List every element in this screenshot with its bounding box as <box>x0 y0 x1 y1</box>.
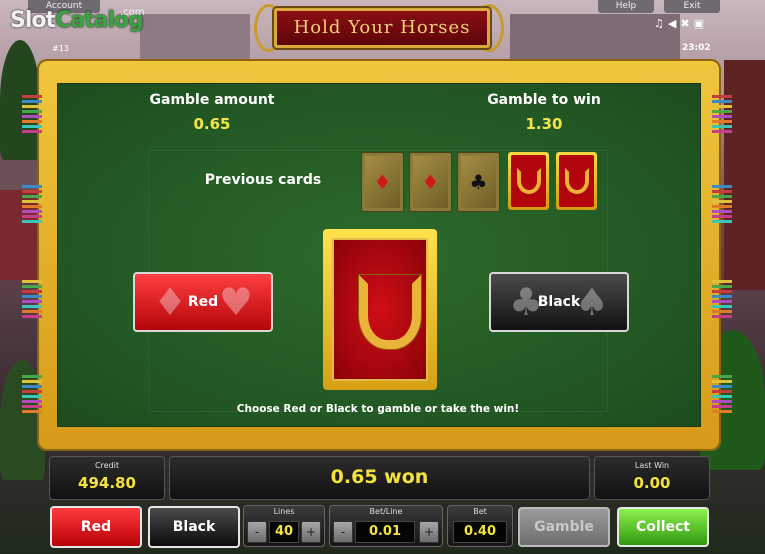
horseshoe-icon <box>564 168 589 194</box>
gamble-to-win-value: 1.30 <box>525 115 563 133</box>
bet-line-label: Bet/Line <box>369 507 403 516</box>
last-win-panel: Last Win 0.00 <box>594 456 710 500</box>
status-text: 0.65 won <box>330 466 429 488</box>
close-icon[interactable]: ✖ <box>680 17 693 30</box>
logo-plate: Hold Your Horses <box>274 8 490 48</box>
gamble-amount-label: Gamble amount <box>149 92 275 108</box>
watermark-slot: Slot <box>10 8 56 33</box>
bet-control: Bet 0.40 <box>447 505 513 547</box>
gamble-red-button[interactable]: ♦ ♥ Red <box>133 272 273 332</box>
last-win-label: Last Win <box>634 461 670 470</box>
logo-title: Hold Your Horses <box>293 17 471 38</box>
exit-button[interactable]: Exit <box>664 0 720 13</box>
lines-minus-button[interactable]: - <box>247 521 267 543</box>
gamble-amount-value: 0.65 <box>193 115 231 133</box>
help-button[interactable]: Help <box>598 0 654 13</box>
status-panel: 0.65 won <box>169 456 590 500</box>
club-icon: ♣ <box>469 170 488 194</box>
payline-indicators-right <box>712 185 732 225</box>
bet-line-minus-button[interactable]: - <box>333 521 353 543</box>
gamble-card-back <box>332 238 428 381</box>
lines-value: 40 <box>269 521 299 543</box>
bet-line-value: 0.01 <box>355 521 415 543</box>
previous-card: ♦ <box>361 152 404 212</box>
payline-indicators-left <box>22 375 42 415</box>
bet-value: 0.40 <box>453 521 507 543</box>
credit-value: 494.80 <box>78 474 136 492</box>
bet-line-plus-button[interactable]: + <box>419 521 439 543</box>
collect-button[interactable]: Collect <box>617 507 709 547</box>
credit-label: Credit <box>94 461 120 470</box>
payline-indicators-right <box>712 95 732 135</box>
system-icons: ♫◀✖▣ <box>654 17 708 30</box>
previous-card <box>508 152 549 210</box>
red-button[interactable]: Red <box>50 506 142 548</box>
game-id: #13 <box>52 44 69 53</box>
diamond-icon: ♦ <box>421 170 440 194</box>
horseshoe-icon <box>359 275 421 349</box>
heart-icon: ♥ <box>218 280 253 324</box>
speaker-icon[interactable]: ◀ <box>668 17 680 30</box>
payline-indicators-left <box>22 185 42 225</box>
gamble-to-win-label: Gamble to win <box>487 92 601 108</box>
gamble-red-label: Red <box>187 294 219 310</box>
lines-label: Lines <box>273 507 295 516</box>
previous-card <box>556 152 597 210</box>
payline-indicators-left <box>22 280 42 320</box>
payline-indicators-left <box>22 95 42 135</box>
gamble-hint: Choose Red or Black to gamble or take th… <box>236 403 520 415</box>
bet-label: Bet <box>473 507 487 516</box>
watermark-domain: .com <box>120 7 145 18</box>
barn-roof <box>140 14 250 59</box>
horseshoe-icon <box>516 168 541 194</box>
gamble-card <box>323 229 437 390</box>
payline-indicators-right <box>712 280 732 320</box>
credit-panel: Credit 494.80 <box>49 456 165 500</box>
last-win-value: 0.00 <box>633 474 671 492</box>
music-icon[interactable]: ♫ <box>654 17 668 30</box>
spade-icon: ♠ <box>574 280 609 324</box>
payline-indicators-right <box>712 375 732 415</box>
diamond-icon: ♦ <box>153 280 188 324</box>
gamble-button[interactable]: Gamble <box>518 507 610 547</box>
lines-plus-button[interactable]: + <box>301 521 321 543</box>
fullscreen-icon[interactable]: ▣ <box>694 17 708 30</box>
black-button[interactable]: Black <box>148 506 240 548</box>
diamond-icon: ♦ <box>373 170 392 194</box>
previous-cards-label: Previous cards <box>204 172 322 188</box>
game-logo: Hold Your Horses <box>250 0 508 52</box>
lines-control: Lines - 40 + <box>243 505 325 547</box>
previous-card: ♦ <box>409 152 452 212</box>
bet-line-control: Bet/Line - 0.01 + <box>329 505 443 547</box>
gamble-black-button[interactable]: ♣ ♠ Black <box>489 272 629 332</box>
clock: 23:02 <box>682 43 711 53</box>
previous-card: ♣ <box>457 152 500 212</box>
gamble-black-label: Black <box>537 294 581 310</box>
